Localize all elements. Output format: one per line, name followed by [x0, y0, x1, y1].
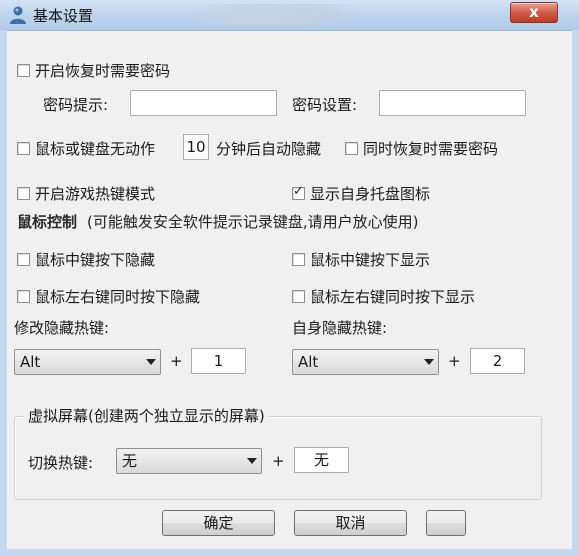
- middle-show-label: 鼠标中键按下显示: [310, 251, 431, 269]
- show-tray-icon-option[interactable]: 显示自身托盘图标: [292, 183, 430, 204]
- idle-restore-password-label: 同时恢复时需要密码: [363, 140, 499, 158]
- password-hint-input[interactable]: [130, 90, 277, 116]
- middle-hide-label: 鼠标中键按下隐藏: [35, 251, 156, 269]
- modify-hide-modifier-value: Alt: [20, 353, 41, 371]
- mouse-control-note: (可能触发安全软件提示记录键盘,请用户放心使用): [87, 213, 419, 231]
- self-hide-modifier-value: Alt: [298, 353, 319, 371]
- virtual-screen-group-title: 虚拟屏幕(创建两个独立显示的屏幕): [24, 405, 269, 426]
- idle-hide-checkbox[interactable]: [17, 142, 30, 155]
- idle-hide-option[interactable]: 鼠标或键盘无动作: [17, 138, 155, 159]
- lr-show-option[interactable]: 鼠标左右键同时按下显示: [292, 286, 475, 307]
- lr-hide-label: 鼠标左右键同时按下隐藏: [35, 288, 201, 306]
- modify-hide-modifier-select[interactable]: Alt: [14, 349, 161, 375]
- game-hotkey-mode-checkbox[interactable]: [17, 187, 30, 200]
- idle-restore-password-option[interactable]: 同时恢复时需要密码: [345, 138, 498, 159]
- lr-hide-checkbox[interactable]: [17, 290, 30, 303]
- window-frame-right: [572, 30, 579, 556]
- self-hide-modifier-select[interactable]: Alt: [292, 349, 439, 375]
- modify-hide-key-input[interactable]: 1: [191, 348, 246, 374]
- self-hide-hotkey-label: 自身隐藏热键:: [292, 319, 388, 337]
- title-bar: 基本设置 x: [0, 0, 579, 31]
- switch-hotkey-label: 切换热键:: [28, 454, 94, 472]
- game-hotkey-mode-option[interactable]: 开启游戏热键模式: [17, 183, 155, 204]
- window-frame-bottom: [0, 549, 579, 556]
- game-hotkey-mode-label: 开启游戏热键模式: [35, 185, 156, 203]
- switch-key-input[interactable]: 无: [294, 447, 349, 473]
- plus-sign: +: [170, 352, 183, 370]
- plus-sign: +: [272, 452, 285, 470]
- restore-password-option[interactable]: 开启恢复时需要密码: [17, 60, 170, 81]
- blurred-title-region: [190, 4, 360, 24]
- partial-button[interactable]: [426, 510, 466, 536]
- show-tray-icon-label: 显示自身托盘图标: [310, 185, 431, 203]
- lr-show-label: 鼠标左右键同时按下显示: [310, 288, 476, 306]
- modify-hide-hotkey-label: 修改隐藏热键:: [14, 319, 110, 337]
- show-tray-icon-checkbox[interactable]: [292, 184, 305, 200]
- password-set-input[interactable]: [379, 90, 526, 116]
- password-set-label: 密码设置:: [292, 96, 358, 114]
- idle-hide-prefix: 鼠标或键盘无动作: [35, 140, 156, 158]
- middle-hide-checkbox[interactable]: [17, 253, 30, 266]
- window-title: 基本设置: [33, 7, 94, 25]
- middle-show-checkbox[interactable]: [292, 253, 305, 266]
- lr-hide-option[interactable]: 鼠标左右键同时按下隐藏: [17, 286, 200, 307]
- restore-password-label: 开启恢复时需要密码: [35, 62, 171, 80]
- chevron-down-icon: [146, 359, 156, 365]
- cancel-button[interactable]: 取消: [294, 510, 407, 536]
- chevron-down-icon: [424, 359, 434, 365]
- chevron-down-icon: [247, 458, 257, 464]
- switch-modifier-value: 无: [122, 452, 138, 470]
- middle-hide-option[interactable]: 鼠标中键按下隐藏: [17, 249, 155, 270]
- self-hide-key-input[interactable]: 2: [470, 348, 525, 374]
- user-app-icon: [10, 6, 26, 24]
- mouse-control-heading: 鼠标控制: [17, 213, 78, 231]
- lr-show-checkbox[interactable]: [292, 290, 305, 303]
- ok-button[interactable]: 确定: [162, 510, 275, 536]
- password-hint-label: 密码提示:: [43, 96, 109, 114]
- middle-show-option[interactable]: 鼠标中键按下显示: [292, 249, 430, 270]
- idle-restore-password-checkbox[interactable]: [345, 142, 358, 155]
- restore-password-checkbox[interactable]: [17, 64, 30, 77]
- close-button[interactable]: x: [510, 2, 558, 23]
- idle-minutes-input[interactable]: 10: [183, 134, 209, 160]
- plus-sign: +: [448, 352, 461, 370]
- window-frame-left: [0, 30, 7, 556]
- idle-hide-suffix: 分钟后自动隐藏: [216, 140, 322, 158]
- switch-modifier-select[interactable]: 无: [116, 448, 262, 474]
